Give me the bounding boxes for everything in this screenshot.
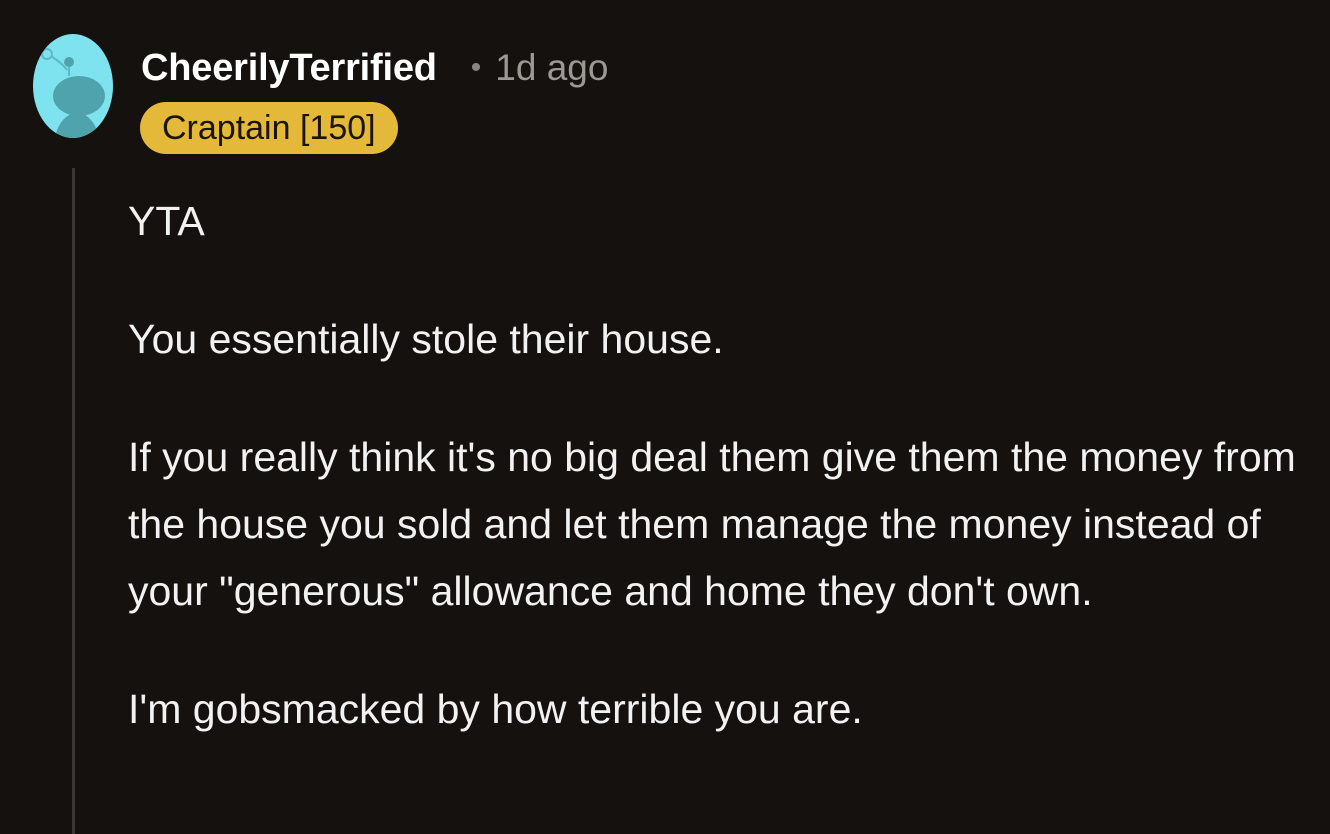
username-link[interactable]: CheerilyTerrified <box>141 47 437 90</box>
comment-paragraph: If you really think it's no big deal the… <box>128 434 1296 614</box>
user-avatar[interactable] <box>33 34 113 138</box>
thread-line[interactable] <box>72 168 75 834</box>
comment-paragraph: You essentially stole their house. <box>128 316 724 362</box>
comment-header: CheerilyTerrified • 1d ago <box>141 42 608 94</box>
comment-body: YTA You essentially stole their house. I… <box>128 188 1318 794</box>
comment-paragraph: I'm gobsmacked by how terrible you are. <box>128 686 863 732</box>
user-flair: Craptain [150] <box>140 102 398 154</box>
comment-paragraph: YTA <box>128 198 205 244</box>
separator-dot: • <box>470 51 482 84</box>
snoo-avatar-icon <box>33 34 113 138</box>
timestamp[interactable]: 1d ago <box>495 47 608 89</box>
